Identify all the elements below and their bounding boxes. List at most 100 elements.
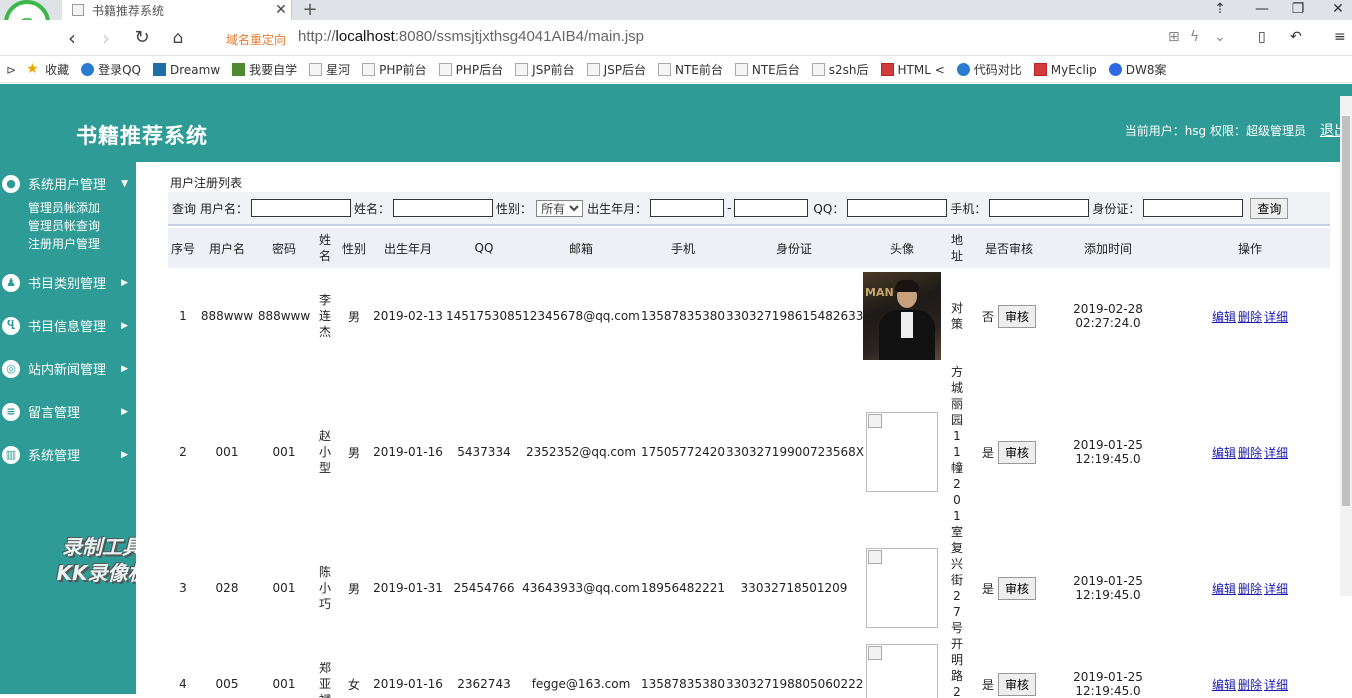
birth-end-input[interactable] xyxy=(734,199,809,217)
delete-link[interactable]: 删除 xyxy=(1238,446,1262,460)
cell-name-text: 郑亚斌 xyxy=(318,661,331,698)
bookmark-item[interactable]: s2sh后 xyxy=(811,61,869,78)
bookmark-item[interactable]: JSP后台 xyxy=(586,61,646,78)
submenu-item-admin-query[interactable]: 管理员帐查询 xyxy=(28,217,136,235)
col-header: 添加时间 xyxy=(1083,241,1132,256)
delete-link[interactable]: 删除 xyxy=(1238,310,1262,324)
sidebar-item-system[interactable]: ▥ 系统管理 ▶ xyxy=(0,433,136,476)
scrollbar-thumb[interactable] xyxy=(1342,116,1350,506)
cell-name-text: 赵小型 xyxy=(318,429,331,475)
qq-input[interactable] xyxy=(847,199,948,217)
phone-input[interactable] xyxy=(989,199,1090,217)
cell-idcard: 33032718501209 xyxy=(740,581,848,595)
audit-button[interactable]: 审核 xyxy=(998,440,1037,464)
birth-start-input[interactable] xyxy=(650,199,725,217)
sidebar-item-book-categories[interactable]: ♟ 书目类别管理 ▶ xyxy=(0,261,136,304)
book-icon xyxy=(232,63,246,76)
bookmark-item[interactable]: PHP前台 xyxy=(362,61,427,78)
page-scrollbar[interactable] xyxy=(1340,96,1352,596)
name-label: 姓名： xyxy=(354,201,391,216)
audit-button[interactable]: 审核 xyxy=(998,576,1037,600)
detail-link[interactable]: 详细 xyxy=(1264,678,1288,692)
message-icon: ≡ xyxy=(2,402,20,421)
col-header: 姓名 xyxy=(312,228,338,268)
paw-icon xyxy=(1108,63,1122,76)
sidebar-item-system-users[interactable]: ● 系统用户管理 ▼ xyxy=(0,162,136,205)
page-icon xyxy=(657,63,671,76)
bookmark-label: PHP前台 xyxy=(379,63,427,77)
detail-link[interactable]: 详细 xyxy=(1264,446,1288,460)
new-tab-button[interactable]: + xyxy=(300,0,320,20)
minimize-button[interactable]: — xyxy=(1244,0,1280,20)
sidebar-item-label: 留言管理 xyxy=(28,406,81,421)
sidebar-item-book-info[interactable]: Ⴁ 书目信息管理 ▶ xyxy=(0,304,136,347)
bookmark-item[interactable]: 我要自学 xyxy=(232,61,297,78)
delete-link[interactable]: 删除 xyxy=(1238,678,1262,692)
browser-nav-bar: ‹ › ↻ ⌂ 域名重定向 http://localhost:8080/ssms… xyxy=(0,20,1352,56)
bookmark-item[interactable]: NTE后台 xyxy=(734,61,800,78)
bookmark-item[interactable]: Dreamw xyxy=(152,63,220,77)
cell-address: 方城丽园11幢201室 xyxy=(942,364,972,540)
cell-birth: 2019-01-16 xyxy=(373,445,443,459)
sidebar-toggle-icon[interactable]: ⊳ xyxy=(6,63,16,77)
undo-icon[interactable]: ↶ xyxy=(1290,29,1302,45)
bookmark-item[interactable]: ★ 收藏 xyxy=(26,61,69,78)
submenu-item-registered-users[interactable]: 注册用户管理 xyxy=(28,235,136,253)
lightning-icon[interactable]: ϟ xyxy=(1190,29,1199,45)
address-bar[interactable]: http://localhost:8080/ssmsjtjxthsg4041AI… xyxy=(298,28,644,45)
maximize-button[interactable]: ❐ xyxy=(1280,0,1316,20)
cell-password: 001 xyxy=(272,445,296,459)
close-icon[interactable]: ✕ xyxy=(271,2,291,18)
cell-photo xyxy=(862,636,942,698)
grid-icon[interactable]: ⊞ xyxy=(1168,29,1180,45)
bookmark-item[interactable]: JSP前台 xyxy=(515,61,575,78)
avatar xyxy=(866,548,938,628)
sidebar-item-messages[interactable]: ≡ 留言管理 ▶ xyxy=(0,390,136,433)
star-icon: ★ xyxy=(26,61,39,77)
cell-address: 复兴街27号 xyxy=(942,540,972,636)
caret-right-icon: ▶ xyxy=(121,406,128,417)
bookmark-item[interactable]: PHP后台 xyxy=(438,61,504,78)
edit-link[interactable]: 编辑 xyxy=(1212,310,1236,324)
news-icon: ◎ xyxy=(2,359,20,378)
gender-select[interactable]: 所有 xyxy=(536,199,584,217)
bookmark-item[interactable]: 代码对比 xyxy=(956,61,1022,78)
edit-link[interactable]: 编辑 xyxy=(1212,446,1236,460)
idcard-input[interactable] xyxy=(1143,199,1244,217)
close-window-button[interactable]: ✕ xyxy=(1320,0,1352,20)
delete-link[interactable]: 删除 xyxy=(1238,582,1262,596)
cell-email: 12345678@qq.com xyxy=(522,309,640,323)
avatar: MAN xyxy=(863,272,941,360)
audit-button[interactable]: 审核 xyxy=(998,304,1037,328)
bookmark-item[interactable]: MyEclip xyxy=(1033,62,1097,77)
detail-link[interactable]: 详细 xyxy=(1264,582,1288,596)
bookmark-label: PHP后台 xyxy=(455,63,504,77)
pin-icon[interactable]: ⇡ xyxy=(1202,0,1238,20)
name-input[interactable] xyxy=(393,199,494,217)
cell-gender: 男 xyxy=(347,309,360,324)
bookmark-item[interactable]: DW8案 xyxy=(1108,61,1166,78)
detail-link[interactable]: 详细 xyxy=(1264,310,1288,324)
chevron-down-icon[interactable]: ⌄ xyxy=(1214,29,1226,45)
reading-icon[interactable]: ▯ xyxy=(1258,29,1266,45)
forward-icon[interactable]: › xyxy=(94,26,118,50)
menu-icon[interactable]: ≡ xyxy=(1334,29,1346,45)
photo-shirt xyxy=(901,312,913,338)
username-input[interactable] xyxy=(251,199,352,217)
audit-button[interactable]: 审核 xyxy=(998,672,1037,696)
sidebar-item-news[interactable]: ◎ 站内新闻管理 ▶ xyxy=(0,347,136,390)
search-button[interactable]: 查询 xyxy=(1250,197,1289,219)
cell-gender: 男 xyxy=(347,445,360,460)
bookmark-item[interactable]: 星河 xyxy=(309,61,350,78)
bookmark-item[interactable]: HTML < xyxy=(880,63,945,77)
back-icon[interactable]: ‹ xyxy=(60,26,84,50)
bookmark-label: MyEclip xyxy=(1050,62,1097,77)
home-icon[interactable]: ⌂ xyxy=(166,26,190,50)
phone-label: 手机： xyxy=(950,201,987,216)
bookmark-item[interactable]: 登录QQ xyxy=(81,61,141,78)
bookmark-item[interactable]: NTE前台 xyxy=(657,61,723,78)
reload-icon[interactable]: ↻ xyxy=(130,26,154,50)
edit-link[interactable]: 编辑 xyxy=(1212,582,1236,596)
browser-tab[interactable]: 书籍推荐系统 ✕ xyxy=(62,0,292,20)
edit-link[interactable]: 编辑 xyxy=(1212,678,1236,692)
